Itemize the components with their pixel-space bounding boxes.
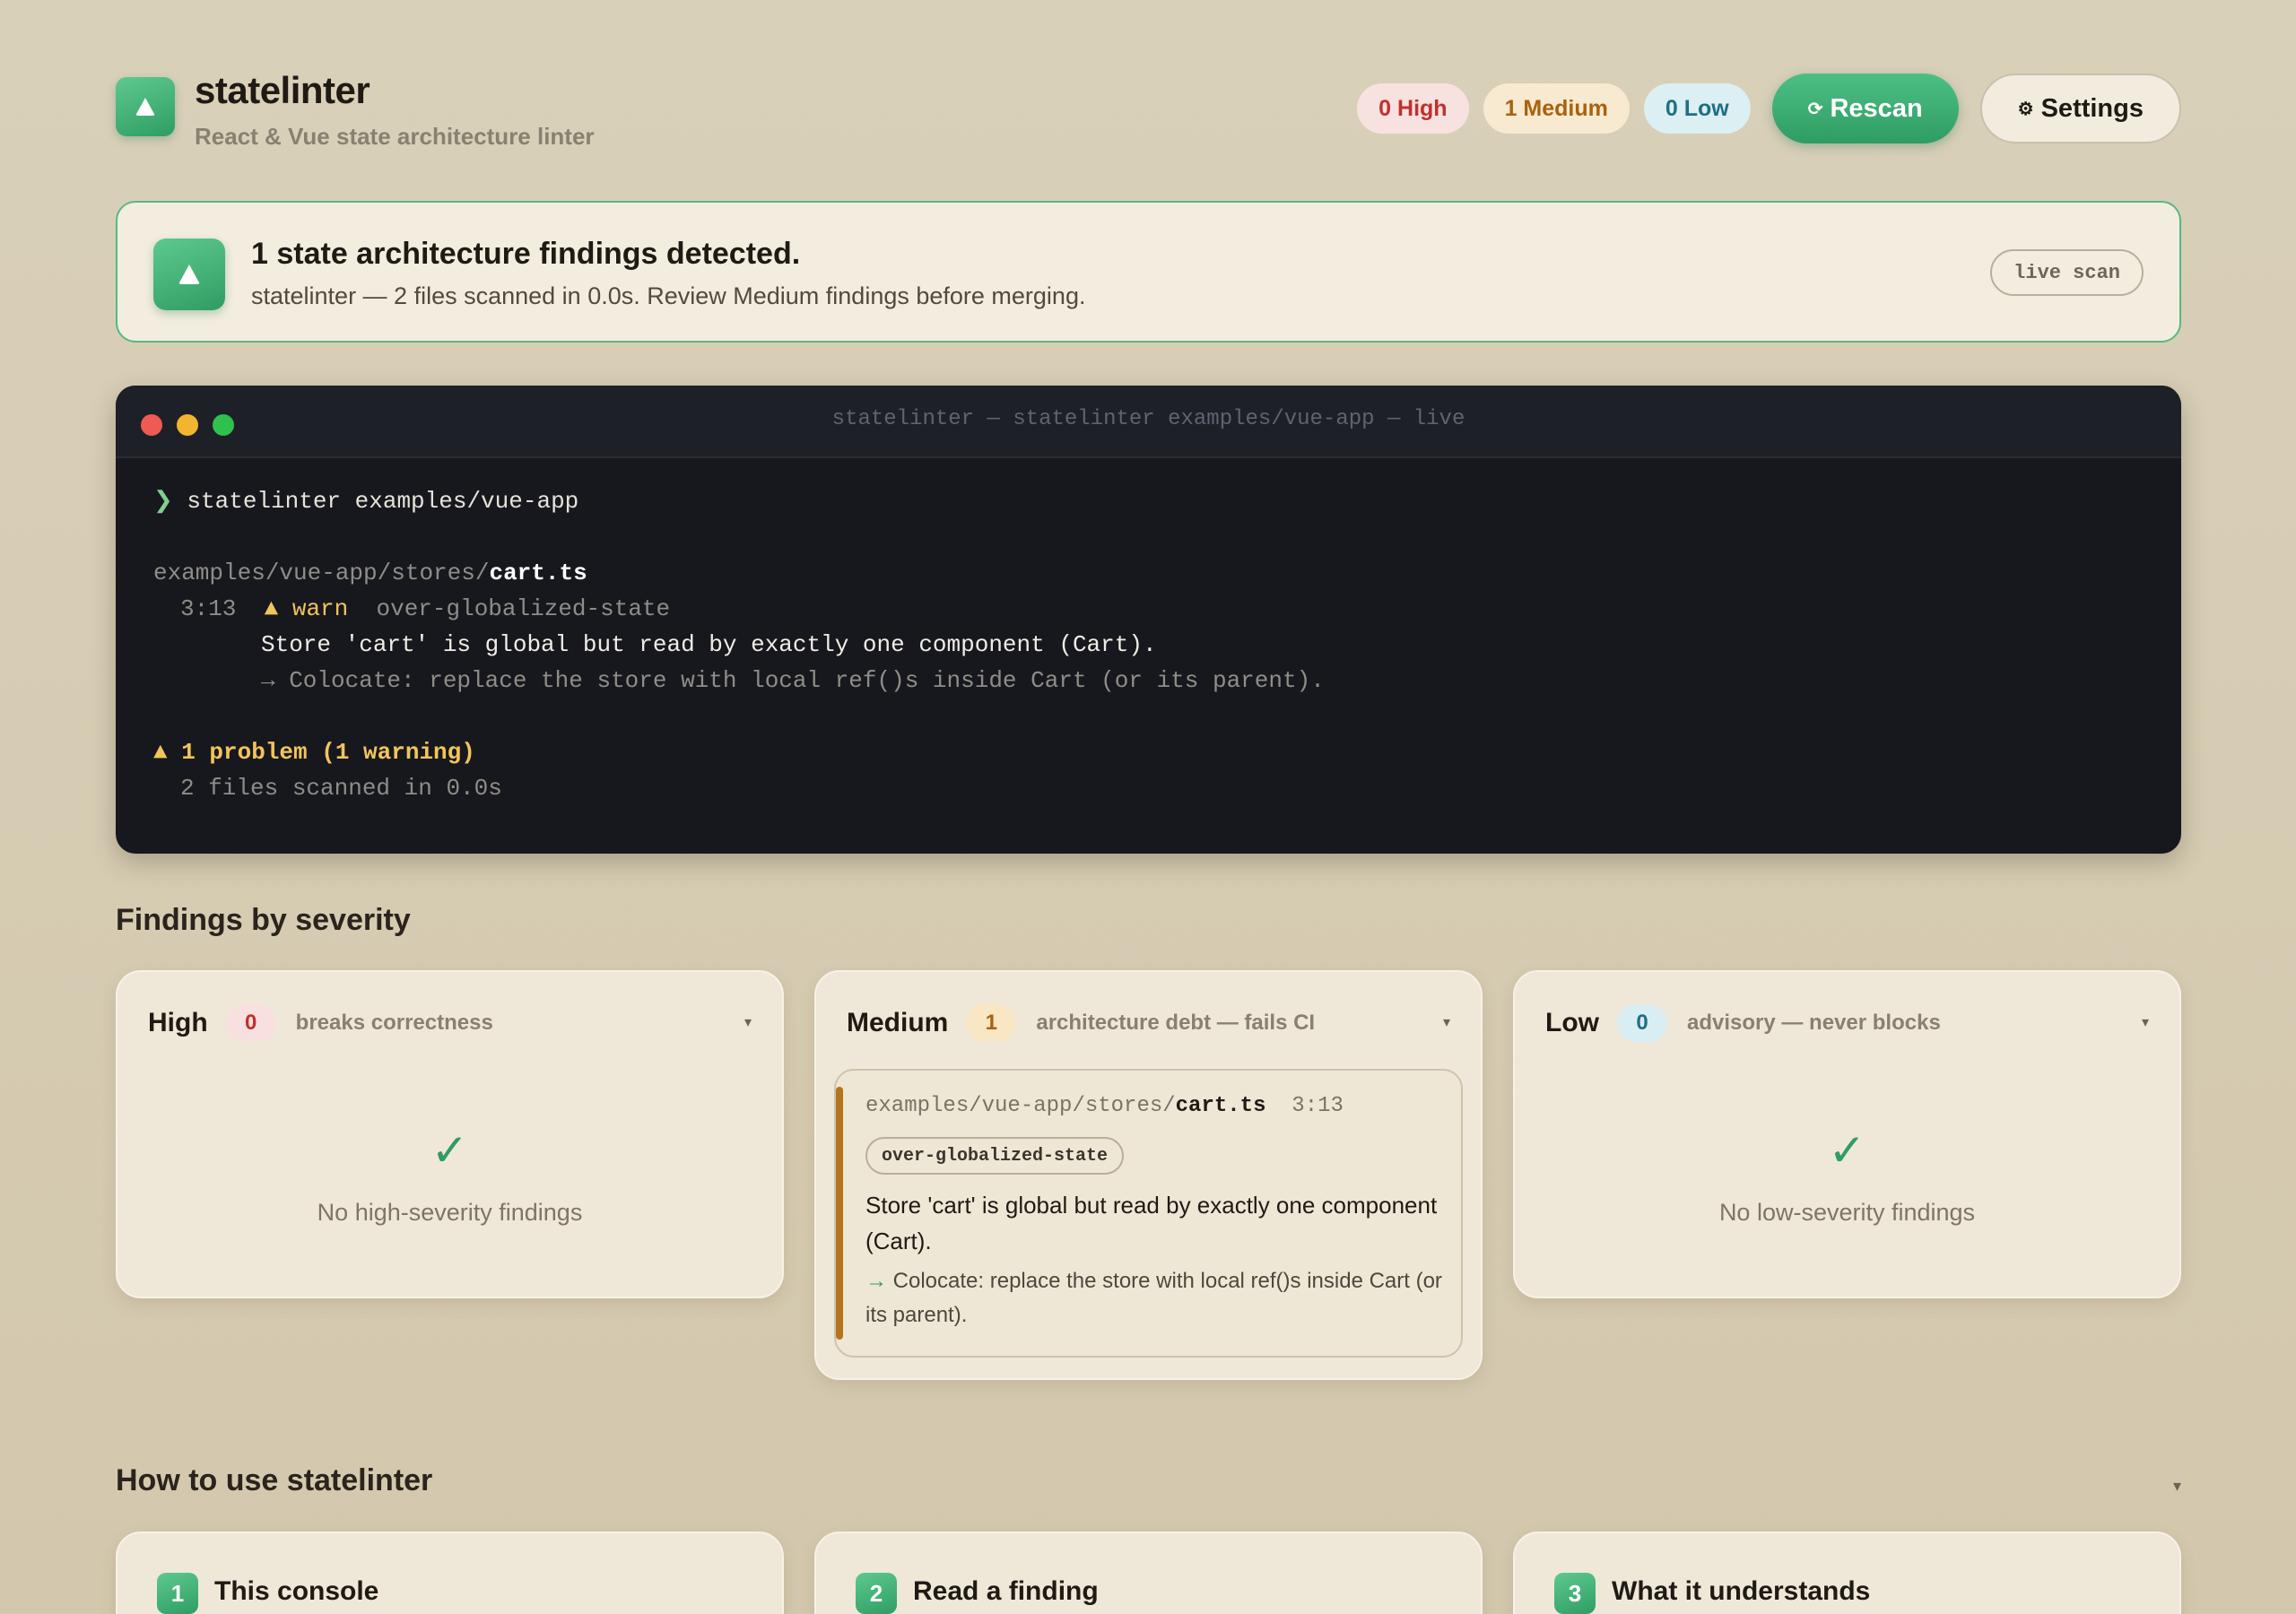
rescan-button[interactable]: ⟳ Rescan bbox=[1771, 74, 1959, 143]
finding-item[interactable]: examples/vue-app/stores/cart.ts 3:13 ove… bbox=[834, 1069, 1463, 1358]
check-icon: ✓ bbox=[430, 1125, 469, 1176]
check-icon: ✓ bbox=[1828, 1125, 1866, 1176]
warning-rule: over-globalized-state bbox=[376, 595, 671, 622]
command-text: statelinter examples/vue-app bbox=[187, 488, 579, 515]
medium-card-header[interactable]: Medium 1 architecture debt — fails CI ▾ bbox=[847, 1002, 1450, 1044]
gear-icon: ⚙ bbox=[2017, 99, 2034, 119]
app-title: statelinter bbox=[195, 69, 370, 111]
finding-fix-text: Colocate: replace the store with local r… bbox=[865, 1269, 1442, 1327]
terminal-titlebar: statelinter — statelinter examples/vue-a… bbox=[116, 386, 2181, 458]
low-card-desc: advisory — never blocks bbox=[1687, 1011, 1941, 1035]
banner-icon bbox=[153, 239, 225, 310]
step-number: 1 bbox=[157, 1573, 198, 1614]
high-count-pill[interactable]: 0 High bbox=[1357, 83, 1469, 134]
prompt-icon: ❯ bbox=[153, 488, 173, 515]
high-card-title: High bbox=[148, 1008, 208, 1037]
finding-rule-badge: over-globalized-state bbox=[865, 1137, 1125, 1175]
medium-card-desc: architecture debt — fails CI bbox=[1036, 1011, 1316, 1035]
step-title: What it understands bbox=[1612, 1576, 1871, 1606]
high-card-header[interactable]: High 0 breaks correctness ▾ bbox=[148, 1002, 752, 1044]
finding-file: cart.ts bbox=[1175, 1094, 1266, 1118]
rescan-label: Rescan bbox=[1830, 93, 1923, 123]
finding-message: Store 'cart' is global but read by exact… bbox=[865, 1192, 1438, 1254]
terminal-window: statelinter — statelinter examples/vue-a… bbox=[116, 386, 2181, 854]
settings-button[interactable]: ⚙ Settings bbox=[1979, 74, 2181, 143]
medium-severity-card: Medium 1 architecture debt — fails CI ▾ … bbox=[814, 970, 1483, 1380]
medium-count-pill[interactable]: 1 Medium bbox=[1483, 83, 1630, 134]
warning-line: 3:13 ▲ warn over-globalized-state bbox=[180, 595, 670, 622]
low-severity-card: Low 0 advisory — never blocks ▾ ✓ No low… bbox=[1513, 970, 2181, 1298]
finding-location: 3:13 bbox=[1292, 1094, 1344, 1118]
severity-bar bbox=[836, 1087, 843, 1340]
low-count-pill[interactable]: 0 Low bbox=[1643, 83, 1751, 134]
app-subtitle: React & Vue state architecture linter bbox=[195, 123, 595, 150]
status-banner: 1 state architecture findings detected. … bbox=[116, 201, 2181, 343]
live-scan-badge: live scan bbox=[1990, 249, 2144, 296]
step-title: This console bbox=[214, 1576, 379, 1606]
warning-message: Store 'cart' is global but read by exact… bbox=[261, 631, 1157, 658]
step-title: Read a finding bbox=[913, 1576, 1099, 1606]
app-header: statelinter React & Vue state architectu… bbox=[116, 69, 2181, 155]
warning-location: 3:13 bbox=[180, 595, 237, 622]
finding-dir: examples/vue-app/stores/ bbox=[865, 1094, 1176, 1118]
high-empty-text: No high-severity findings bbox=[317, 1199, 583, 1226]
finding-path[interactable]: examples/vue-app/stores/cart.ts 3:13 bbox=[865, 1094, 1344, 1118]
refresh-icon: ⟳ bbox=[1807, 99, 1823, 119]
chevron-down-icon[interactable]: ▾ bbox=[2173, 1477, 2181, 1496]
howto-step-2: 2 Read a finding bbox=[814, 1532, 1483, 1614]
findings-section-title: Findings by severity bbox=[116, 903, 411, 937]
warning-level: ▲ warn bbox=[264, 595, 349, 622]
app-logo bbox=[116, 77, 175, 136]
low-count-badge: 0 bbox=[1617, 1004, 1667, 1042]
low-card-title: Low bbox=[1545, 1008, 1599, 1037]
howto-step-1: 1 This console bbox=[116, 1532, 784, 1614]
chevron-down-icon[interactable]: ▾ bbox=[2142, 1013, 2149, 1031]
file-name: cart.ts bbox=[489, 560, 587, 586]
step-number: 2 bbox=[856, 1573, 897, 1614]
chevron-down-icon[interactable]: ▾ bbox=[1443, 1013, 1450, 1031]
triangle-icon bbox=[135, 98, 155, 116]
howto-step-3: 3 What it understands bbox=[1513, 1532, 2181, 1614]
banner-text: statelinter — 2 files scanned in 0.0s. R… bbox=[251, 282, 1086, 309]
summary-line: ▲ 1 problem (1 warning) bbox=[153, 739, 475, 766]
arrow-right-icon: → bbox=[865, 1269, 887, 1293]
settings-label: Settings bbox=[2040, 93, 2144, 123]
warning-fix: → Colocate: replace the store with local… bbox=[261, 667, 1325, 694]
scanned-line: 2 files scanned in 0.0s bbox=[180, 775, 502, 802]
high-severity-card: High 0 breaks correctness ▾ ✓ No high-se… bbox=[116, 970, 784, 1298]
banner-title: 1 state architecture findings detected. bbox=[251, 237, 801, 271]
severity-summary: 0 High 1 Medium 0 Low ⟳ Rescan ⚙ Setting… bbox=[1357, 74, 2181, 143]
command-line: ❯ statelinter examples/vue-app bbox=[153, 487, 578, 515]
step-number: 3 bbox=[1554, 1573, 1596, 1614]
high-count-badge: 0 bbox=[225, 1004, 276, 1042]
medium-card-title: Medium bbox=[847, 1008, 949, 1037]
medium-count-badge: 1 bbox=[966, 1004, 1017, 1042]
file-dir: examples/vue-app/stores/ bbox=[153, 560, 490, 586]
terminal-title: statelinter — statelinter examples/vue-a… bbox=[831, 407, 1465, 431]
warning-triangle-icon bbox=[178, 265, 200, 284]
low-empty-text: No low-severity findings bbox=[1718, 1199, 1976, 1226]
file-line: examples/vue-app/stores/cart.ts bbox=[153, 560, 587, 586]
low-card-header[interactable]: Low 0 advisory — never blocks ▾ bbox=[1545, 1002, 2149, 1044]
high-card-desc: breaks correctness bbox=[295, 1011, 493, 1035]
howto-section-title: How to use statelinter bbox=[116, 1463, 433, 1497]
finding-fix: → Colocate: replace the store with local… bbox=[865, 1264, 1448, 1332]
chevron-down-icon[interactable]: ▾ bbox=[744, 1013, 752, 1031]
